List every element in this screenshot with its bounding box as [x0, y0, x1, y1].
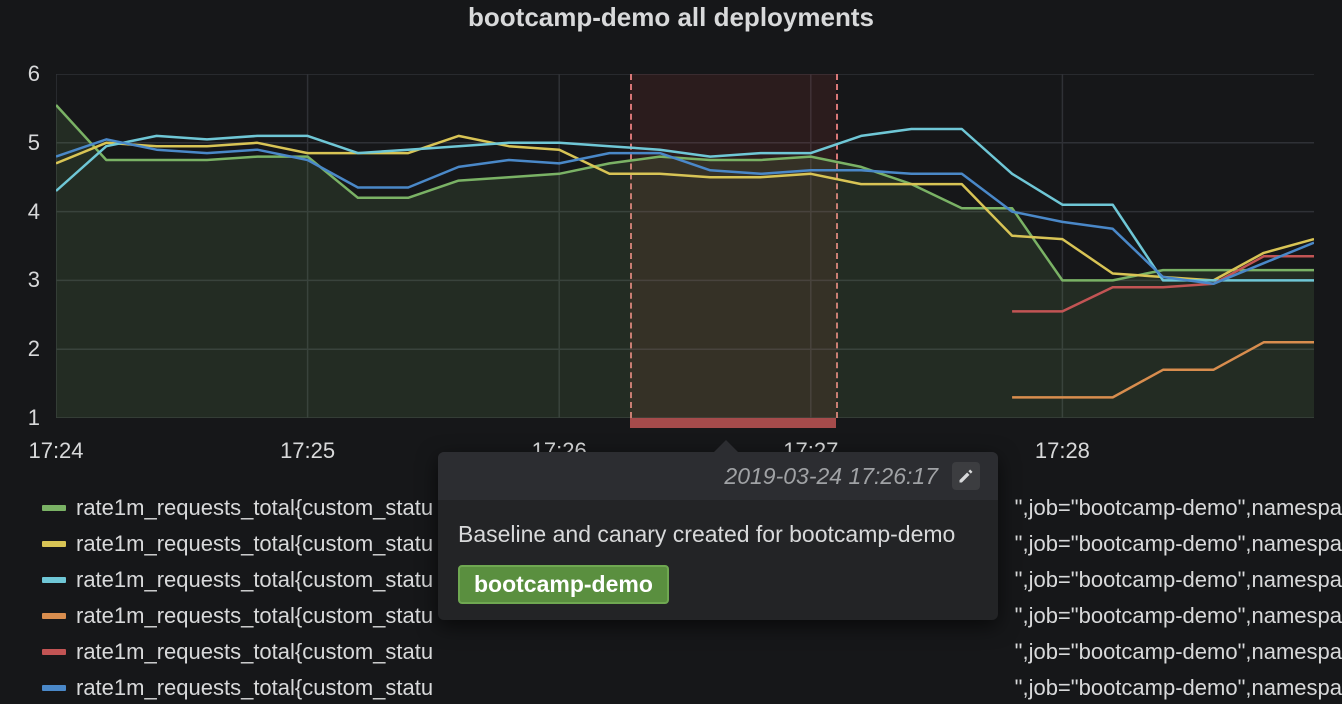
legend-swatch	[42, 541, 66, 547]
annotation-tooltip: 2019-03-24 17:26:17 Baseline and canary …	[438, 452, 998, 620]
legend-label-right: ",job="bootcamp-demo",namespa	[1015, 670, 1342, 704]
y-tick: 3	[28, 267, 40, 293]
y-tick: 1	[28, 405, 40, 431]
chart-panel: bootcamp-demo all deployments 1 2 3 4 5 6 17:…	[0, 0, 1342, 704]
y-axis: 123456	[0, 74, 56, 418]
tooltip-tag[interactable]: bootcamp-demo	[458, 565, 669, 604]
x-tick: 17:28	[1035, 438, 1090, 464]
legend-swatch	[42, 577, 66, 583]
legend-label-right: ",job="bootcamp-demo",namespa	[1015, 598, 1342, 634]
x-tick: 17:24	[28, 438, 83, 464]
legend-label-right: ",job="bootcamp-demo",namespa	[1015, 490, 1342, 526]
annotation-marker-bar[interactable]	[630, 418, 836, 428]
legend-swatch	[42, 505, 66, 511]
legend-item[interactable]: rate1m_requests_total{custom_statu ",job…	[42, 634, 1342, 670]
legend-label-right: ",job="bootcamp-demo",namespa	[1015, 634, 1342, 670]
legend-label: rate1m_requests_total{custom_statu	[76, 562, 433, 598]
y-tick: 6	[28, 61, 40, 87]
pencil-icon[interactable]	[952, 462, 980, 490]
legend-label: rate1m_requests_total{custom_statu	[76, 670, 433, 704]
legend-swatch	[42, 649, 66, 655]
tooltip-header: 2019-03-24 17:26:17	[438, 452, 998, 500]
plot-area[interactable]	[56, 74, 1314, 418]
tooltip-text: Baseline and canary created for bootcamp…	[438, 500, 998, 565]
legend-swatch	[42, 613, 66, 619]
legend-label: rate1m_requests_total{custom_statu	[76, 598, 433, 634]
panel-title: bootcamp-demo all deployments	[0, 2, 1342, 33]
y-tick: 2	[28, 336, 40, 362]
y-tick: 5	[28, 130, 40, 156]
x-tick: 17:25	[280, 438, 335, 464]
legend-item[interactable]: rate1m_requests_total{custom_statu ",job…	[42, 670, 1342, 704]
legend-label: rate1m_requests_total{custom_statu	[76, 634, 433, 670]
chart-lines	[56, 74, 1314, 418]
tooltip-timestamp: 2019-03-24 17:26:17	[724, 463, 938, 490]
legend-swatch	[42, 685, 66, 691]
legend-label-right: ",job="bootcamp-demo",namespa	[1015, 562, 1342, 598]
y-tick: 4	[28, 199, 40, 225]
legend-label: rate1m_requests_total{custom_statu	[76, 526, 433, 562]
legend-label-right: ",job="bootcamp-demo",namespa	[1015, 526, 1342, 562]
legend-label: rate1m_requests_total{custom_statu	[76, 490, 433, 526]
